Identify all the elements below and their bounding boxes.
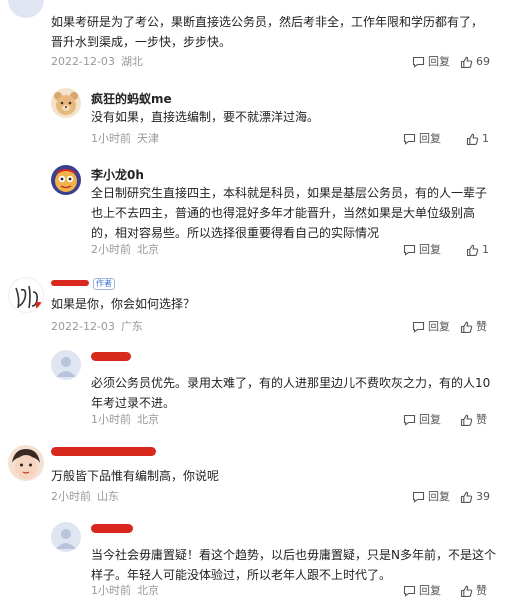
child-photo-avatar-image [12, 449, 40, 479]
avatar[interactable] [51, 88, 81, 118]
like-button[interactable]: 1 [466, 243, 489, 257]
comment-meta: 1小时前 北京 [91, 413, 165, 427]
like-label: 赞 [476, 320, 487, 333]
comment-meta: 2小时前 北京 [91, 243, 165, 257]
comment-text: 当今社会毋庸置疑！看这个趋势，以后也毋庸置疑，只是N多年前，不是这个样子。年轻人… [91, 548, 496, 582]
like-button[interactable]: 1 [466, 132, 489, 146]
username[interactable]: 疯狂的蚂蚁me [91, 91, 172, 107]
like-label: 赞 [476, 413, 487, 426]
comment-location: 北京 [137, 243, 159, 256]
like-count: 39 [476, 490, 490, 503]
redacted-username [91, 524, 133, 533]
comment-text: 必须公务员优先。录用太难了，有的人进那里边儿不费吹灰之力，有的人10年考过录不进… [91, 376, 491, 410]
comment-bubble-icon [403, 133, 416, 145]
comment-text: 全日制研究生直接四主，本科就是科员，如果是基层公务员，有的人一辈子也上不去四主，… [91, 186, 488, 240]
comment-meta: 2022-12-03 湖北 [51, 55, 149, 69]
comment-bubble-icon [403, 414, 416, 426]
thumbs-up-icon [460, 321, 473, 333]
reply-button[interactable]: 回复 [412, 490, 450, 504]
redacted-username [91, 352, 131, 361]
reply-button[interactable]: 回复 [412, 55, 450, 69]
comment-bubble-icon [403, 244, 416, 256]
like-button[interactable]: 赞 [460, 584, 487, 598]
comment-meta: 2022-12-03 广东 [51, 320, 149, 334]
author-tag: 作者 [93, 278, 115, 290]
comment-location: 天津 [137, 132, 159, 145]
like-button[interactable]: 39 [460, 490, 490, 504]
like-count: 69 [476, 55, 490, 68]
default-user-icon [56, 357, 76, 377]
like-count: 1 [482, 132, 489, 145]
comment-location: 湖北 [120, 55, 143, 68]
default-user-icon [56, 529, 76, 549]
reply-button[interactable]: 回复 [403, 132, 441, 146]
thumbs-up-icon [460, 414, 473, 426]
thumbs-up-icon [460, 491, 473, 503]
avatar[interactable] [8, 445, 44, 481]
comment-date: 1小时前 [91, 413, 131, 426]
comment-bubble-icon [412, 56, 425, 68]
comment-date: 1小时前 [91, 132, 131, 145]
reply-button[interactable]: 回复 [403, 413, 441, 427]
avatar[interactable] [51, 522, 81, 552]
comment-meta: 1小时前 北京 [91, 584, 165, 598]
comment-text: 万般皆下品惟有编制高，你说呢 [51, 469, 220, 483]
bear-avatar-image [54, 92, 78, 115]
thumbs-up-icon [460, 585, 473, 597]
comment-bubble-icon [412, 491, 425, 503]
thumbs-up-icon [460, 56, 473, 68]
avatar[interactable] [8, 277, 44, 313]
comment-date: 2小时前 [91, 243, 131, 256]
avatar[interactable] [51, 165, 81, 195]
comment-location: 广东 [120, 320, 143, 333]
comment-date: 1小时前 [91, 584, 131, 597]
reply-button[interactable]: 回复 [403, 243, 441, 257]
comment-location: 北京 [137, 413, 159, 426]
avatar[interactable] [51, 350, 81, 380]
like-count: 1 [482, 243, 489, 256]
like-button[interactable]: 赞 [460, 413, 487, 427]
thumbs-up-icon [466, 133, 479, 145]
avatar[interactable] [8, 0, 44, 18]
comment-date: 2小时前 [51, 490, 91, 503]
comment-date: 2022-12-03 [51, 320, 115, 333]
comment-bubble-icon [403, 585, 416, 597]
redacted-username [51, 447, 156, 456]
cartoon-face-avatar-image [55, 169, 77, 192]
comment-text: 没有如果，直接选编制，要不就漂洋过海。 [91, 110, 320, 124]
comment-meta: 1小时前 天津 [91, 132, 165, 146]
comment-location: 北京 [137, 584, 159, 597]
like-label: 赞 [476, 584, 487, 597]
username[interactable]: 李小龙0h [91, 167, 144, 183]
comment-date: 2022-12-03 [51, 55, 115, 68]
redacted-username [51, 280, 89, 286]
comment-text: 如果考研是为了考公，果断直接选公务员，然后考非全，工作年限和学历都有了，晋升水到… [51, 15, 484, 49]
reply-button[interactable]: 回复 [403, 584, 441, 598]
reply-button[interactable]: 回复 [412, 320, 450, 334]
comment-meta: 2小时前 山东 [51, 490, 125, 504]
thumbs-up-icon [466, 244, 479, 256]
calligraphy-avatar-image [15, 285, 41, 309]
comment-location: 山东 [97, 490, 119, 503]
like-button[interactable]: 赞 [460, 320, 487, 334]
comment-bubble-icon [412, 321, 425, 333]
comment-text: 如果是你，你会如何选择？ [51, 297, 196, 311]
like-button[interactable]: 69 [460, 55, 490, 69]
